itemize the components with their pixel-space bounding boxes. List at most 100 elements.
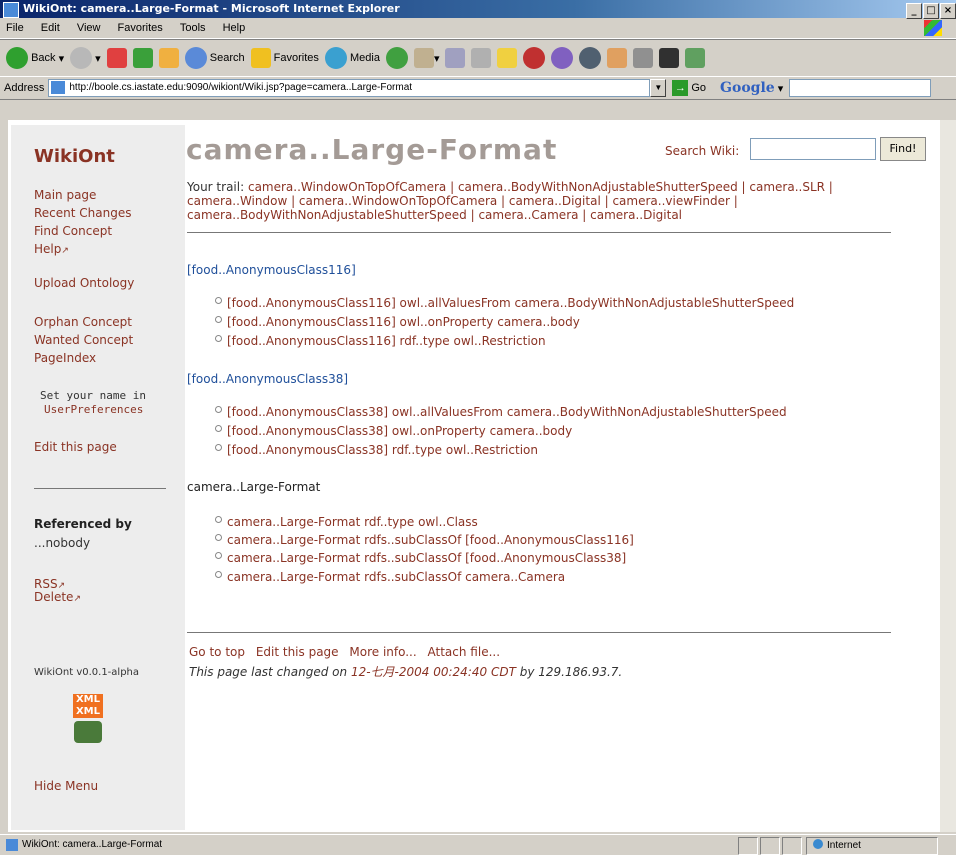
menu-favorites[interactable]: Favorites (118, 22, 163, 34)
list-item[interactable]: [food..AnonymousClass38] rdf..type owl..… (215, 443, 538, 457)
list-item[interactable]: [food..AnonymousClass38] owl..onProperty… (215, 424, 572, 438)
history-button[interactable] (385, 47, 408, 69)
research-icon (633, 48, 654, 68)
bullet-icon (215, 335, 222, 342)
menu-tools[interactable]: Tools (180, 22, 206, 34)
folder-icon (497, 48, 518, 68)
menu-file[interactable]: File (6, 22, 24, 34)
refresh-button[interactable] (132, 48, 153, 68)
sidebar-item-help[interactable]: Help↗ (34, 242, 69, 256)
tool-button-2[interactable] (551, 47, 574, 69)
sidebar-item-main-page[interactable]: Main page (34, 188, 96, 202)
mail-button[interactable]: ▾ (413, 48, 439, 68)
list-item[interactable]: camera..Large-Format rdfs..subClassOf ca… (215, 570, 565, 584)
rss-link[interactable]: RSS↗ (34, 577, 65, 591)
list-item[interactable]: camera..Large-Format rdfs..subClassOf [f… (215, 533, 634, 547)
xml-feed-icon[interactable]: XML XML (71, 694, 105, 748)
hide-menu-link[interactable]: Hide Menu (34, 779, 98, 793)
sidebar-item-find-concept[interactable]: Find Concept (34, 224, 112, 238)
list-item[interactable]: camera..Large-Format rdf..type owl..Clas… (215, 515, 478, 529)
refresh-icon (132, 48, 153, 68)
version-text: WikiOnt v0.0.1-alpha (34, 667, 140, 678)
google-search-input[interactable] (789, 79, 932, 97)
msn-icon (685, 48, 706, 68)
minimize-button[interactable]: _ (906, 3, 922, 19)
section-heading[interactable]: [food..AnonymousClass116] (187, 263, 356, 277)
status-bar: WikiOnt: camera..Large-Format Internet (0, 834, 956, 855)
tool-button-4[interactable] (607, 48, 628, 68)
back-button[interactable]: Back ▾ (6, 47, 64, 69)
forward-button[interactable]: ▾ (70, 47, 101, 69)
tool-button-3[interactable] (579, 47, 602, 69)
sidebar-item-wanted-concept[interactable]: Wanted Concept (34, 333, 133, 347)
messenger-icon (551, 47, 574, 69)
google-logo: Google (720, 80, 775, 96)
tool-button-6[interactable] (659, 48, 680, 68)
address-bar: Address http://boole.cs.iastate.edu:9090… (0, 76, 956, 100)
favorites-button[interactable]: Favorites (250, 48, 319, 68)
status-text: WikiOnt: camera..Large-Format (22, 839, 163, 850)
user-preferences-link[interactable]: UserPreferences (44, 403, 143, 416)
bullet-icon (215, 406, 222, 413)
edit-page-link[interactable]: Edit this page (256, 645, 339, 659)
toolbar: Back ▾ ▾ Search Favorites Media ▾ (0, 39, 956, 77)
globe-icon (813, 839, 823, 849)
stop-button[interactable] (106, 48, 127, 68)
window-title: WikiOnt: camera..Large-Format - Microsof… (23, 2, 400, 15)
title-bar: WikiOnt: camera..Large-Format - Microsof… (0, 0, 956, 19)
tool-button-5[interactable] (633, 48, 654, 68)
attach-file-link[interactable]: Attach file... (428, 645, 501, 659)
list-item[interactable]: camera..Large-Format rdfs..subClassOf [f… (215, 551, 626, 565)
google-toolbar[interactable]: Google ▾ (720, 79, 932, 97)
home-icon (158, 48, 179, 68)
sidebar-item-orphan-concept[interactable]: Orphan Concept (34, 315, 132, 329)
sidebar-item-edit-page[interactable]: Edit this page (34, 440, 117, 454)
tool-button-7[interactable] (685, 48, 706, 68)
sidebar-item-recent-changes[interactable]: Recent Changes (34, 206, 131, 220)
menu-edit[interactable]: Edit (41, 22, 60, 34)
print-icon (445, 48, 466, 68)
page-icon (51, 81, 66, 94)
print-button[interactable] (445, 48, 466, 68)
trail-links-line-1[interactable]: camera..WindowOnTopOfCamera | camera..Bo… (248, 180, 833, 194)
go-arrow-icon: → (672, 80, 689, 96)
home-button[interactable] (158, 48, 179, 68)
address-input[interactable]: http://boole.cs.iastate.edu:9090/wikiont… (48, 79, 651, 97)
address-dropdown[interactable]: ▼ (650, 79, 667, 97)
media-button[interactable]: Media (324, 47, 380, 69)
find-button[interactable]: Find! (880, 137, 926, 161)
trail-links-line-3[interactable]: camera..BodyWithNonAdjustableShutterSpee… (187, 208, 682, 222)
sidebar-divider (34, 488, 166, 489)
forward-arrow-icon (70, 47, 93, 69)
go-button[interactable]: → Go (672, 80, 706, 96)
vertical-scrollbar[interactable] (940, 120, 956, 832)
paw-icon (607, 48, 628, 68)
search-button[interactable]: Search (184, 47, 245, 69)
list-item[interactable]: [food..AnonymousClass116] owl..allValues… (215, 296, 794, 310)
go-to-top-link[interactable]: Go to top (189, 645, 245, 659)
last-changed-date-link[interactable]: 12-七月-2004 00:24:40 CDT (351, 665, 516, 679)
list-item[interactable]: [food..AnonymousClass38] owl..allValuesF… (215, 405, 787, 419)
sidebar-title: WikiOnt (34, 146, 115, 167)
menu-view[interactable]: View (77, 22, 101, 34)
search-input[interactable] (750, 138, 876, 160)
back-arrow-icon (6, 47, 28, 69)
tool-button-1[interactable] (523, 47, 546, 69)
trail-links-line-2[interactable]: camera..Window | camera..WindowOnTopOfCa… (187, 194, 738, 208)
section-heading[interactable]: [food..AnonymousClass38] (187, 372, 348, 386)
delete-link[interactable]: Delete↗ (34, 590, 81, 604)
section-heading: camera..Large-Format (187, 480, 321, 494)
last-changed-text: This page last changed on 12-七月-2004 00:… (189, 665, 623, 679)
maximize-button[interactable]: □ (923, 3, 939, 19)
edit-button[interactable] (471, 48, 492, 68)
bullet-icon (215, 444, 222, 451)
sidebar-item-upload-ontology[interactable]: Upload Ontology (34, 276, 134, 290)
list-item[interactable]: [food..AnonymousClass116] rdf..type owl.… (215, 334, 546, 348)
sidebar-item-pageindex[interactable]: PageIndex (34, 351, 96, 365)
close-button[interactable]: × (940, 3, 956, 19)
bullet-icon (215, 297, 222, 304)
more-info-link[interactable]: More info... (349, 645, 416, 659)
menu-help[interactable]: Help (223, 22, 246, 34)
list-item[interactable]: [food..AnonymousClass116] owl..onPropert… (215, 315, 580, 329)
folder-button[interactable] (497, 48, 518, 68)
